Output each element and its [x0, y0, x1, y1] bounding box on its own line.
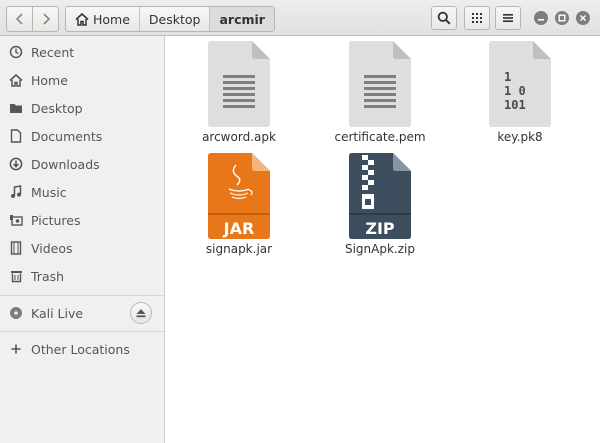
sidebar-item-label: Music: [31, 184, 67, 200]
home-icon: [9, 73, 23, 87]
close-icon: [579, 14, 587, 22]
trash-icon: [9, 269, 23, 283]
file-item[interactable]: certificate.pem: [325, 41, 435, 144]
disc-icon: [9, 306, 23, 320]
sidebar-item-label: Recent: [31, 44, 75, 60]
sidebar-divider: [0, 295, 164, 296]
file-item[interactable]: arcword.apk: [184, 41, 294, 144]
sidebar-item-other-locations[interactable]: Other Locations: [0, 337, 164, 361]
close-button[interactable]: [576, 11, 590, 25]
jar-badge: JAR: [223, 219, 255, 238]
document-icon: [9, 129, 23, 143]
file-item[interactable]: 1 1 0 101 key.pk8: [465, 41, 575, 144]
sidebar-divider: [0, 331, 164, 332]
sidebar-item-label: Kali Live: [31, 305, 84, 321]
svg-text:1 0: 1 0: [504, 84, 526, 98]
file-name: key.pk8: [497, 130, 543, 144]
header-bar: Home Desktop arcmir: [0, 0, 600, 36]
breadcrumb-arcmir[interactable]: arcmir: [209, 7, 274, 31]
back-button[interactable]: [7, 7, 32, 31]
view-mode-button[interactable]: [464, 6, 490, 30]
sidebar-item-recent[interactable]: Recent: [0, 40, 164, 64]
sidebar: Recent Home Desktop Documents Downloads: [0, 36, 165, 443]
maximize-icon: [558, 14, 566, 22]
sidebar-item-label: Other Locations: [31, 341, 130, 357]
sidebar-item-label: Pictures: [31, 212, 81, 228]
eject-button[interactable]: [130, 302, 152, 324]
sidebar-item-music[interactable]: Music: [0, 180, 164, 204]
zip-badge: ZIP: [365, 219, 395, 238]
sidebar-item-pictures[interactable]: Pictures: [0, 208, 164, 232]
breadcrumb-label: Desktop: [148, 11, 201, 27]
search-button[interactable]: [431, 6, 457, 30]
svg-text:1: 1: [504, 70, 511, 84]
sidebar-item-label: Trash: [31, 268, 65, 284]
file-manager-window: Home Desktop arcmir Recent Home Desktop …: [0, 0, 600, 443]
sidebar-item-label: Videos: [31, 240, 73, 256]
sidebar-item-downloads[interactable]: Downloads: [0, 152, 164, 176]
menu-button[interactable]: [495, 6, 521, 30]
search-icon: [437, 11, 451, 25]
file-name: signapk.jar: [205, 242, 273, 256]
sidebar-item-videos[interactable]: Videos: [0, 236, 164, 260]
java-jar-icon: JAR: [208, 153, 270, 239]
breadcrumb-label: Home: [93, 11, 130, 27]
text-file-icon: [349, 41, 411, 127]
file-view: arcword.apk certificate.pem 1 1 0 101 ke…: [165, 36, 600, 443]
plus-icon: [9, 342, 23, 356]
zip-archive-icon: ZIP: [349, 153, 411, 239]
file-name: certificate.pem: [334, 130, 426, 144]
sidebar-item-desktop[interactable]: Desktop: [0, 96, 164, 120]
home-icon: [75, 12, 89, 26]
chevron-left-icon: [15, 13, 23, 25]
camera-icon: [9, 213, 23, 227]
grid-view-icon: [472, 13, 482, 23]
sidebar-item-label: Home: [31, 72, 68, 88]
folder-icon: [9, 101, 23, 115]
sidebar-item-label: Downloads: [31, 156, 100, 172]
film-icon: [9, 241, 23, 255]
music-note-icon: [9, 185, 23, 199]
breadcrumb: Home Desktop arcmir: [65, 6, 275, 32]
file-item[interactable]: ZIP SignApk.zip: [325, 153, 435, 256]
eject-icon: [136, 309, 146, 318]
minimize-icon: [538, 19, 544, 21]
file-item[interactable]: JAR signapk.jar: [184, 153, 294, 256]
sidebar-item-label: Desktop: [31, 100, 83, 116]
hamburger-menu-icon: [503, 14, 513, 22]
forward-button[interactable]: [32, 7, 58, 31]
minimize-button[interactable]: [534, 11, 548, 25]
breadcrumb-label: arcmir: [219, 11, 265, 27]
download-icon: [9, 157, 23, 171]
breadcrumb-desktop[interactable]: Desktop: [138, 7, 210, 31]
text-file-icon: [208, 41, 270, 127]
maximize-button[interactable]: [555, 11, 569, 25]
clock-icon: [9, 45, 23, 59]
chevron-right-icon: [42, 13, 50, 25]
breadcrumb-home[interactable]: Home: [66, 7, 139, 31]
svg-text:101: 101: [504, 98, 526, 112]
file-name: arcword.apk: [202, 130, 276, 144]
sidebar-item-trash[interactable]: Trash: [0, 264, 164, 288]
navigation-buttons: [6, 6, 59, 32]
sidebar-item-documents[interactable]: Documents: [0, 124, 164, 148]
sidebar-item-label: Documents: [31, 128, 103, 144]
binary-file-icon: 1 1 0 101: [489, 41, 551, 127]
file-name: SignApk.zip: [344, 242, 415, 256]
sidebar-item-home[interactable]: Home: [0, 68, 164, 92]
